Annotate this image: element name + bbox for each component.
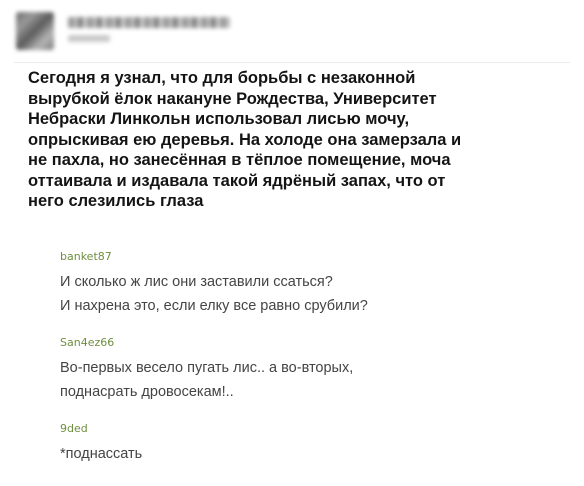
author-name-blurred[interactable] (68, 17, 230, 28)
comment-author[interactable]: San4ez66 (60, 336, 560, 350)
post-text: Сегодня я узнал, что для борьбы с незако… (28, 69, 462, 210)
post-meta-blurred (68, 35, 110, 42)
comment-author[interactable]: 9ded (60, 422, 560, 436)
comment-text: И сколько ж лис они заставили ссаться? И… (60, 274, 368, 314)
comment-text: *поднассать (60, 446, 143, 462)
avatar[interactable] (16, 12, 54, 50)
comment: San4ez66 Во-первых весело пугать лис.. а… (60, 336, 560, 404)
header-divider (14, 62, 570, 63)
post-header (14, 8, 570, 63)
comment-author[interactable]: banket87 (60, 250, 560, 264)
comment-text: Во-первых весело пугать лис.. а во-вторы… (60, 360, 354, 400)
comment: 9ded *поднассать (60, 422, 560, 466)
comment: banket87 И сколько ж лис они заставили с… (60, 250, 560, 318)
